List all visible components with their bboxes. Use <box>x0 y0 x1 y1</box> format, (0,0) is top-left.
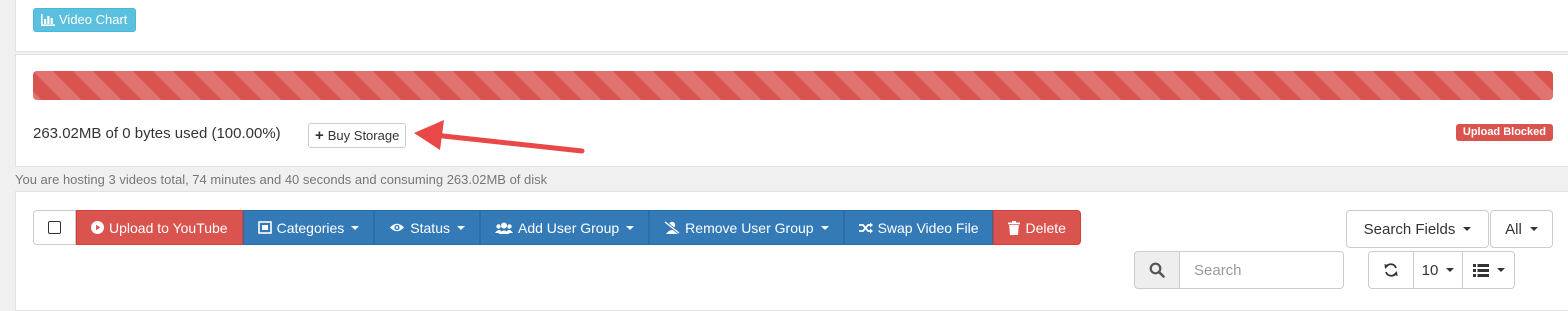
users-icon <box>495 222 513 234</box>
table-controls: 10 <box>1368 251 1515 289</box>
storage-progress-bar <box>33 71 1553 100</box>
caret-down-icon <box>457 225 465 230</box>
search-fields-label: Search Fields <box>1363 220 1456 238</box>
status-label: Status <box>410 219 450 236</box>
eye-icon <box>390 223 405 232</box>
caret-down-icon <box>626 225 635 230</box>
refresh-button[interactable] <box>1368 251 1414 289</box>
refresh-icon <box>1384 263 1398 277</box>
buy-storage-button[interactable]: + Buy Storage <box>308 123 407 148</box>
buy-storage-label: Buy Storage <box>327 128 400 143</box>
plus-icon: + <box>315 127 324 144</box>
trash-icon <box>1008 220 1021 235</box>
swap-video-file-label: Swap Video File <box>877 219 979 236</box>
caret-down-icon <box>1446 268 1455 272</box>
delete-label: Delete <box>1025 219 1066 236</box>
hosting-summary: You are hosting 3 videos total, 74 minut… <box>15 172 548 187</box>
chart-panel <box>15 0 1568 52</box>
search-input[interactable] <box>1180 251 1344 289</box>
caret-down-icon <box>1529 227 1538 231</box>
swap-video-file-button[interactable]: Swap Video File <box>843 210 994 245</box>
upload-blocked-badge: Upload Blocked <box>1455 124 1553 141</box>
annotation-arrow-icon <box>414 120 585 154</box>
remove-user-group-dropdown[interactable]: Remove User Group <box>649 210 844 245</box>
delete-button[interactable]: Delete <box>993 210 1081 245</box>
categories-label: Categories <box>276 219 345 236</box>
play-circle-icon <box>91 221 104 234</box>
list-icon <box>1472 263 1489 277</box>
search-icon-addon <box>1134 251 1180 289</box>
remove-user-group-label: Remove User Group <box>685 219 814 236</box>
search-fields-dropdown[interactable]: Search Fields <box>1346 210 1489 248</box>
categories-icon <box>257 221 272 234</box>
search-scope-label: All <box>1505 220 1522 238</box>
bulk-actions-toolbar: Upload to YouTube Categories Status Add … <box>33 210 1081 245</box>
status-dropdown[interactable]: Status <box>374 210 480 245</box>
storage-progress <box>33 71 1553 100</box>
video-chart-button[interactable]: Video Chart <box>33 8 137 32</box>
caret-down-icon <box>1463 227 1472 231</box>
caret-down-icon <box>1496 268 1505 272</box>
upload-to-youtube-button[interactable]: Upload to YouTube <box>76 210 243 245</box>
video-chart-label: Video Chart <box>59 12 128 27</box>
page-size-value: 10 <box>1421 261 1439 279</box>
bar-chart-icon <box>41 14 55 26</box>
select-all-checkbox[interactable] <box>33 210 76 245</box>
page-size-dropdown[interactable]: 10 <box>1413 251 1463 289</box>
shuffle-icon <box>858 222 873 233</box>
upload-to-youtube-label: Upload to YouTube <box>109 219 228 236</box>
add-user-group-label: Add User Group <box>518 219 620 236</box>
columns-view-dropdown[interactable] <box>1462 251 1515 289</box>
search-group <box>1134 251 1344 289</box>
caret-down-icon <box>820 225 829 230</box>
search-scope-dropdown[interactable]: All <box>1490 210 1553 248</box>
caret-down-icon <box>351 225 360 230</box>
search-icon <box>1149 262 1165 278</box>
categories-dropdown[interactable]: Categories <box>242 210 375 245</box>
add-user-group-dropdown[interactable]: Add User Group <box>480 210 650 245</box>
checkbox-icon <box>48 221 61 234</box>
storage-usage-text: 263.02MB of 0 bytes used (100.00%) <box>33 125 281 142</box>
user-slash-icon <box>664 221 681 234</box>
